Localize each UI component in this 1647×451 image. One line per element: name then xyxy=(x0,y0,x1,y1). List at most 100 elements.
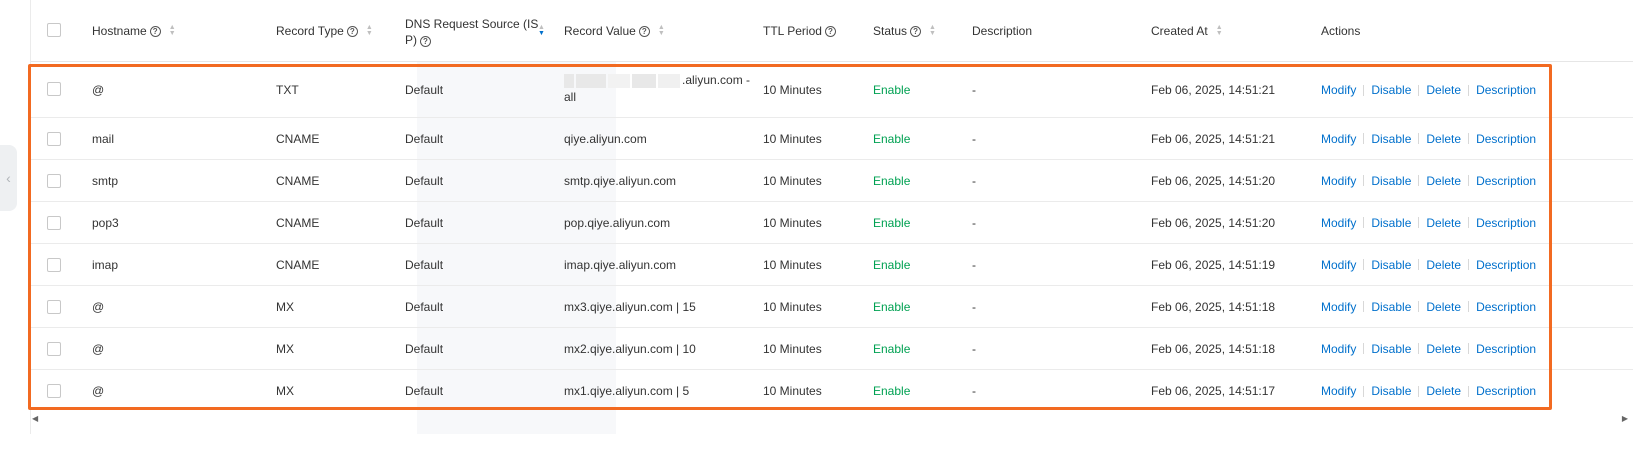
cell-hostname: mail xyxy=(92,131,115,146)
modify-link[interactable]: Modify xyxy=(1321,342,1356,356)
disable-link[interactable]: Disable xyxy=(1371,258,1411,272)
sort-icon-active[interactable]: ▲ ▼ xyxy=(538,0,545,62)
question-circle-icon[interactable]: ? xyxy=(824,25,836,37)
table-row: smtp CNAME Default smtp.qiye.aliyun.com … xyxy=(31,160,1633,202)
delete-link[interactable]: Delete xyxy=(1426,132,1461,146)
cell-status: Enable xyxy=(873,173,911,188)
cell-source: Default xyxy=(405,384,444,398)
delete-link[interactable]: Delete xyxy=(1426,216,1461,230)
modify-link[interactable]: Modify xyxy=(1321,300,1356,314)
header-hostname[interactable]: Hostname ? ▲ ▼ xyxy=(92,0,176,62)
cell-description: - xyxy=(972,215,976,230)
chevron-left-icon: ‹ xyxy=(6,170,11,186)
sort-icon[interactable]: ▲ ▼ xyxy=(929,24,936,37)
modify-link[interactable]: Modify xyxy=(1321,258,1356,272)
disable-link[interactable]: Disable xyxy=(1371,174,1411,188)
header-record-value[interactable]: Record Value ? ▲ ▼ xyxy=(564,0,665,62)
row-checkbox[interactable] xyxy=(47,300,61,314)
row-actions: Modify Disable Delete Description xyxy=(1321,286,1536,327)
cell-record-value: mx3.qiye.aliyun.com | 15 xyxy=(564,299,696,314)
modify-link[interactable]: Modify xyxy=(1321,216,1356,230)
question-circle-icon[interactable]: ? xyxy=(420,36,431,47)
cell-record-value: mx1.qiye.aliyun.com | 5 xyxy=(564,384,690,398)
select-all-checkbox[interactable] xyxy=(47,23,61,37)
cell-description: - xyxy=(972,341,976,356)
cell-ttl: 10 Minutes xyxy=(763,384,822,398)
redacted-block xyxy=(658,73,680,88)
row-checkbox[interactable] xyxy=(47,258,61,272)
table-row: mail CNAME Default qiye.aliyun.com 10 Mi… xyxy=(31,118,1633,160)
description-link[interactable]: Description xyxy=(1476,216,1536,230)
row-checkbox[interactable] xyxy=(47,384,61,398)
delete-link[interactable]: Delete xyxy=(1426,342,1461,356)
disable-link[interactable]: Disable xyxy=(1371,216,1411,230)
description-link[interactable]: Description xyxy=(1476,384,1536,398)
row-actions: Modify Disable Delete Description xyxy=(1321,244,1536,285)
sort-icon[interactable]: ▲ ▼ xyxy=(1216,24,1223,37)
table-row: @ TXT Default .aliyun.com - all 10 Minut… xyxy=(31,63,1633,118)
question-circle-icon[interactable]: ? xyxy=(910,25,922,37)
sort-icon[interactable]: ▲ ▼ xyxy=(169,24,176,37)
delete-link[interactable]: Delete xyxy=(1426,384,1461,398)
sidebar-collapse-toggle[interactable]: ‹ xyxy=(0,145,17,211)
scroll-right-icon[interactable]: ▶ xyxy=(1622,414,1628,423)
row-checkbox[interactable] xyxy=(47,174,61,188)
row-checkbox[interactable] xyxy=(47,342,61,356)
cell-record-type: TXT xyxy=(276,83,299,97)
row-actions: Modify Disable Delete Description xyxy=(1321,63,1536,117)
disable-link[interactable]: Disable xyxy=(1371,342,1411,356)
cell-ttl: 10 Minutes xyxy=(763,83,822,97)
cell-record-value: mx2.qiye.aliyun.com | 10 xyxy=(564,341,696,356)
cell-status: Enable xyxy=(873,299,911,314)
description-link[interactable]: Description xyxy=(1476,83,1536,97)
description-link[interactable]: Description xyxy=(1476,132,1536,146)
question-circle-icon[interactable]: ? xyxy=(638,25,650,37)
header-actions: Actions xyxy=(1321,24,1361,38)
cell-record-type: MX xyxy=(276,384,294,398)
cell-record-value: qiye.aliyun.com xyxy=(564,131,647,146)
question-circle-icon[interactable]: ? xyxy=(346,25,358,37)
cell-hostname: @ xyxy=(92,299,105,314)
delete-link[interactable]: Delete xyxy=(1426,258,1461,272)
row-checkbox[interactable] xyxy=(47,216,61,230)
cell-source: Default xyxy=(405,341,444,356)
row-actions: Modify Disable Delete Description xyxy=(1321,202,1536,243)
delete-link[interactable]: Delete xyxy=(1426,83,1461,97)
disable-link[interactable]: Disable xyxy=(1371,300,1411,314)
sort-icon[interactable]: ▲ ▼ xyxy=(366,24,373,37)
row-actions: Modify Disable Delete Description xyxy=(1321,370,1536,412)
disable-link[interactable]: Disable xyxy=(1371,83,1411,97)
modify-link[interactable]: Modify xyxy=(1321,132,1356,146)
sort-icon[interactable]: ▲ ▼ xyxy=(658,24,665,37)
cell-status: Enable xyxy=(873,341,911,356)
header-description: Description xyxy=(972,24,1033,38)
cell-description: - xyxy=(972,384,976,398)
header-created-at[interactable]: Created At ▲ ▼ xyxy=(1151,0,1223,62)
disable-link[interactable]: Disable xyxy=(1371,384,1411,398)
horizontal-scrollbar[interactable]: ◀ ▶ xyxy=(30,414,1632,424)
description-link[interactable]: Description xyxy=(1476,342,1536,356)
disable-link[interactable]: Disable xyxy=(1371,132,1411,146)
cell-ttl: 10 Minutes xyxy=(763,257,822,272)
modify-link[interactable]: Modify xyxy=(1321,174,1356,188)
description-link[interactable]: Description xyxy=(1476,258,1536,272)
row-checkbox[interactable] xyxy=(47,132,61,146)
question-circle-icon[interactable]: ? xyxy=(149,25,161,37)
table-row: imap CNAME Default imap.qiye.aliyun.com … xyxy=(31,244,1633,286)
scroll-left-icon[interactable]: ◀ xyxy=(32,414,38,423)
cell-ttl: 10 Minutes xyxy=(763,131,822,146)
description-link[interactable]: Description xyxy=(1476,300,1536,314)
cell-created-at: Feb 06, 2025, 14:51:18 xyxy=(1151,299,1276,314)
cell-ttl: 10 Minutes xyxy=(763,173,822,188)
cell-hostname: @ xyxy=(92,341,105,356)
cell-status: Enable xyxy=(873,131,911,146)
description-link[interactable]: Description xyxy=(1476,174,1536,188)
delete-link[interactable]: Delete xyxy=(1426,300,1461,314)
modify-link[interactable]: Modify xyxy=(1321,83,1356,97)
header-record-type[interactable]: Record Type ? ▲ ▼ xyxy=(276,0,373,62)
cell-created-at: Feb 06, 2025, 14:51:17 xyxy=(1151,384,1276,398)
row-checkbox[interactable] xyxy=(47,82,61,96)
modify-link[interactable]: Modify xyxy=(1321,384,1356,398)
header-status[interactable]: Status ? ▲ ▼ xyxy=(873,0,936,62)
delete-link[interactable]: Delete xyxy=(1426,174,1461,188)
